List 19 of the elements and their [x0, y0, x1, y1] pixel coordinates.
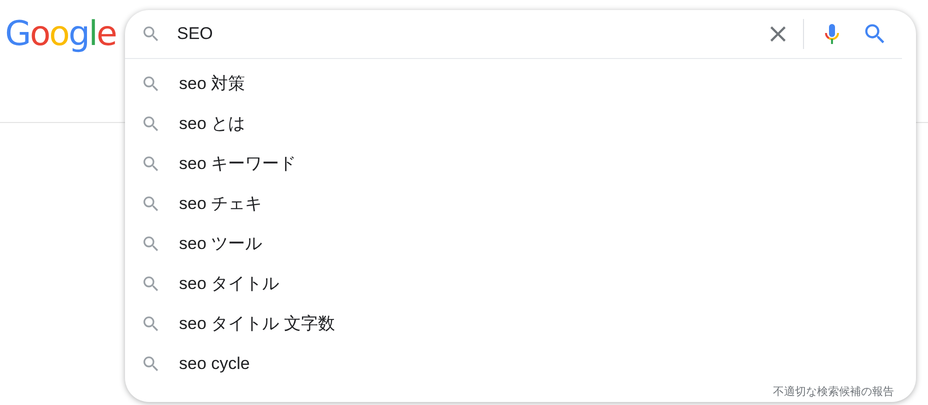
- suggestion-item[interactable]: seo 対策: [179, 73, 246, 95]
- search-icon: [141, 194, 161, 214]
- suggestion-item[interactable]: seo とは: [179, 113, 246, 135]
- search-icon: [141, 154, 161, 174]
- search-icon: [141, 114, 161, 134]
- suggestion-item[interactable]: seo タイトル: [179, 273, 280, 295]
- report-link[interactable]: 不適切な検索候補の報告: [773, 384, 894, 399]
- search-icon: [141, 234, 161, 254]
- search-icon: [141, 314, 161, 334]
- suggestion-item[interactable]: seo タイトル 文字数: [179, 313, 335, 335]
- search-icon: [141, 354, 161, 374]
- search-icon: [141, 24, 161, 44]
- search-icon: [141, 274, 161, 294]
- suggestion-item[interactable]: seo チェキ: [179, 193, 262, 215]
- logo[interactable]: Google: [5, 14, 117, 54]
- search-icon: [141, 74, 161, 94]
- suggestion-item[interactable]: seo cycle: [179, 353, 250, 375]
- suggestion-item[interactable]: seo キーワード: [179, 153, 296, 175]
- suggestion-item[interactable]: seo ツール: [179, 233, 262, 255]
